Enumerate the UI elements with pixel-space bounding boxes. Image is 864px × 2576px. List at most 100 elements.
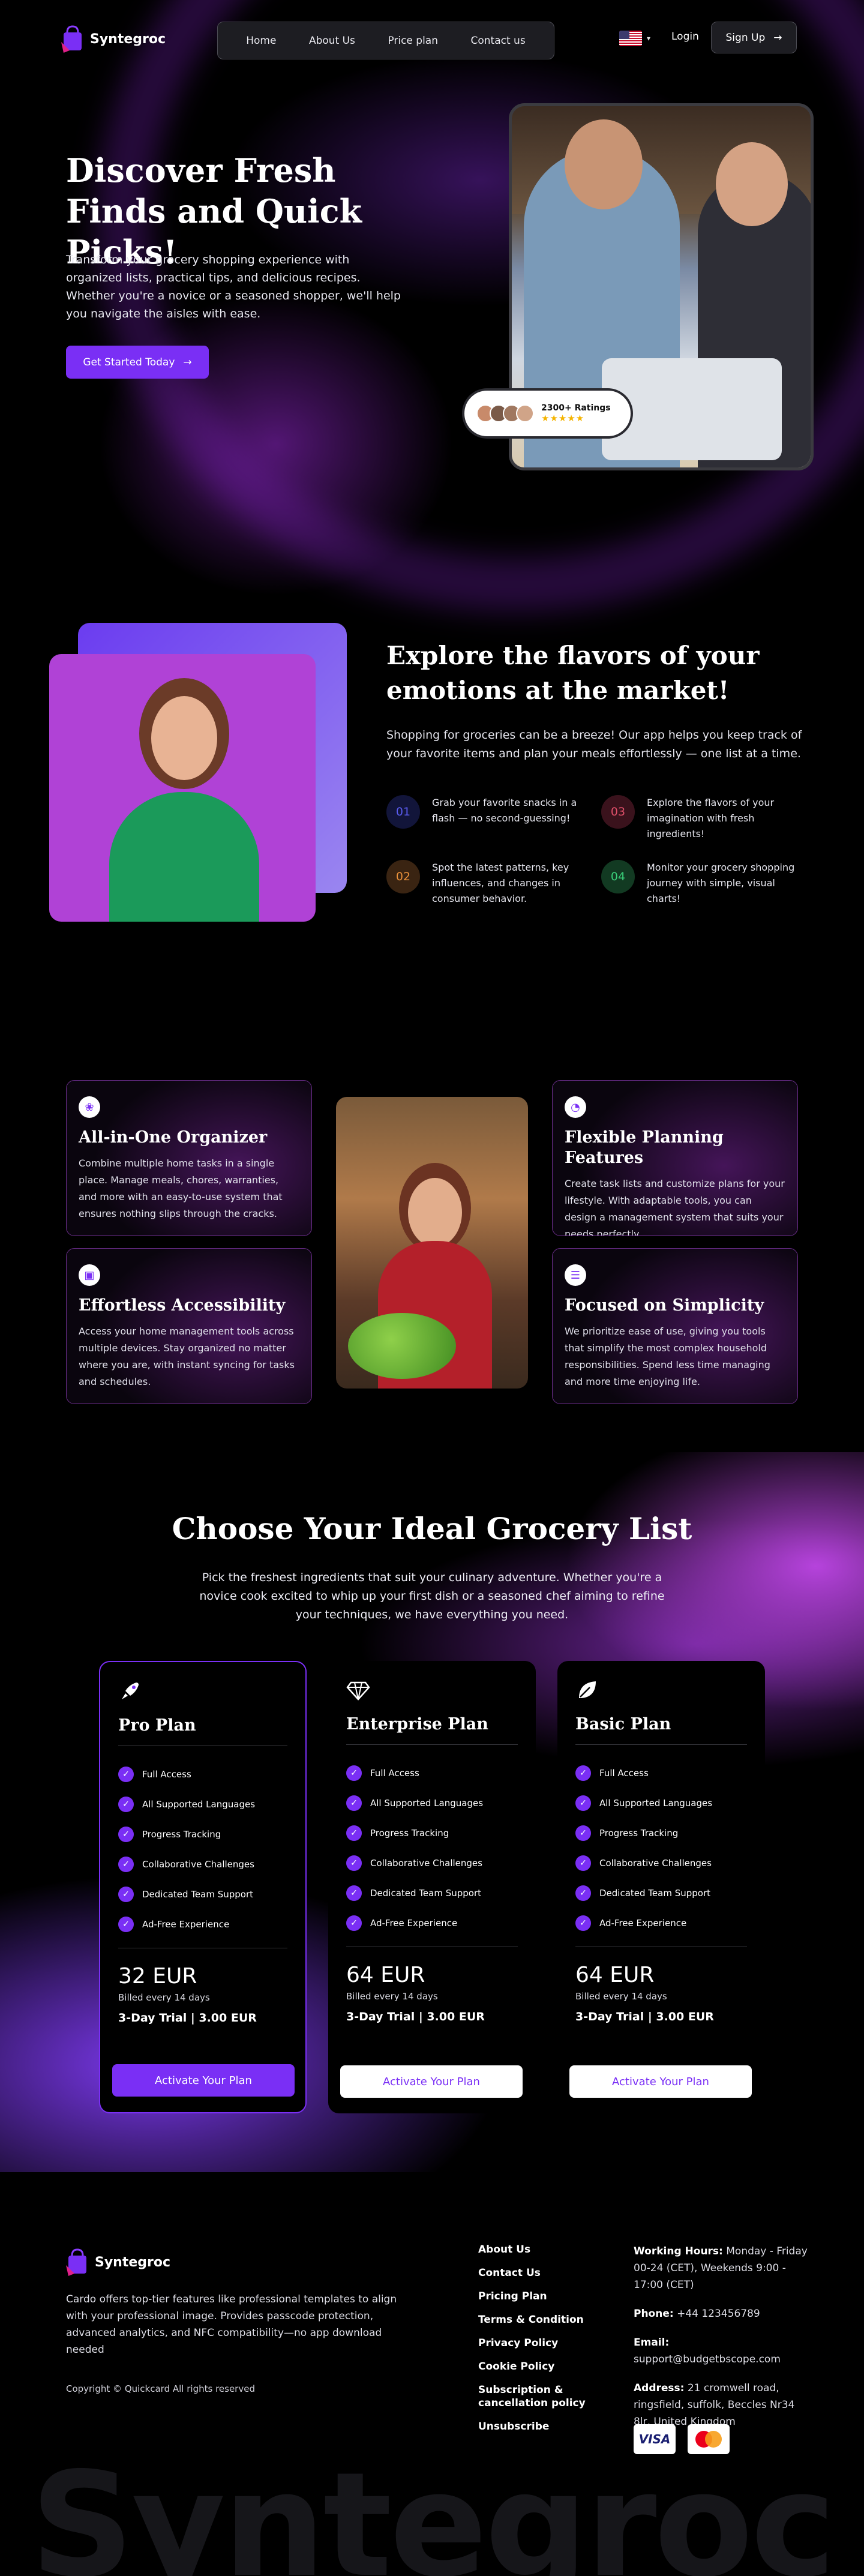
feature-label: Collaborative Challenges (370, 1858, 482, 1869)
footer-logo[interactable]: Syntegroc (66, 2247, 170, 2277)
pricing-title: Choose Your Ideal Grocery List (172, 1511, 692, 1546)
feature-label: Full Access (142, 1769, 191, 1780)
shopping-bag-logo-icon (61, 25, 82, 53)
email: Email: support@budgetbscope.com (634, 2334, 814, 2368)
working-hours: Working Hours: Monday - Friday 00-24 (CE… (634, 2243, 814, 2293)
feature-item: 04 Monitor your grocery shopping journey… (601, 860, 799, 907)
plan-billing-cycle: Billed every 14 days (575, 1991, 667, 2002)
nav-price-plan[interactable]: Price plan (388, 35, 438, 47)
language-selector[interactable]: ▾ (619, 31, 650, 46)
feature-text: Grab your favorite snacks in a flash — n… (432, 797, 577, 824)
feature-label: Full Access (599, 1768, 649, 1779)
device-icon: ▣ (79, 1264, 100, 1286)
plan-name: Enterprise Plan (346, 1715, 518, 1745)
feature-text: Explore the flavors of your imagination … (647, 797, 775, 839)
feature-number: 03 (601, 795, 635, 829)
explore-description: Shopping for groceries can be a breeze! … (386, 728, 802, 760)
footer-description: Cardo offers top-tier features like prof… (66, 2293, 397, 2356)
nav-about-us[interactable]: About Us (309, 35, 355, 47)
photo-man-head (565, 119, 643, 209)
feature-label: Ad-Free Experience (599, 1918, 687, 1929)
plan-card-enterprise: Enterprise Plan ✓ Full Access ✓ All Suppor… (328, 1661, 536, 2113)
feature-label: Collaborative Challenges (142, 1859, 254, 1870)
address-label: Address: (634, 2382, 685, 2394)
card-title: All-in-One Organizer (79, 1128, 268, 1147)
photo-girl-face (151, 696, 217, 780)
hero-description: Transform your grocery shopping experien… (66, 253, 401, 320)
get-started-label: Get Started Today (83, 356, 175, 368)
plan-card-pro: Pro Plan ✓ Full Access ✓ All Supported Lan… (99, 1661, 307, 2113)
feature-card-planning: ◔ Flexible Planning Features Create task… (552, 1080, 798, 1236)
check-icon: ✓ (575, 1915, 591, 1931)
feature-label: Dedicated Team Support (142, 1889, 254, 1900)
footer-link-contact[interactable]: Contact Us (478, 2266, 628, 2280)
list-item: ✓ Dedicated Team Support (575, 1878, 747, 1908)
list-item: ✓ Progress Tracking (575, 1818, 747, 1848)
phone-value[interactable]: +44 123456789 (677, 2308, 760, 2320)
activate-plan-button[interactable]: Activate Your Plan (340, 2065, 523, 2098)
list-item: ✓ Collaborative Challenges (118, 1849, 287, 1879)
list-item: ✓ All Supported Languages (118, 1789, 287, 1819)
login-link[interactable]: Login (671, 31, 699, 43)
photo-woman-head (716, 142, 788, 226)
leaf-icon (575, 1678, 599, 1702)
signup-button[interactable]: Sign Up → (711, 22, 797, 53)
footer-link-about[interactable]: About Us (478, 2243, 628, 2256)
brand-logo[interactable]: Syntegroc (61, 24, 166, 54)
plan-card-basic: Basic Plan ✓ Full Access ✓ All Supported L… (557, 1661, 765, 2113)
plan-name: Pro Plan (118, 1716, 287, 1746)
check-icon: ✓ (118, 1887, 134, 1902)
photo-woman-face (408, 1178, 462, 1247)
list-item: ✓ Dedicated Team Support (118, 1879, 287, 1909)
signup-label: Sign Up (725, 31, 766, 44)
list-item: ✓ Full Access (118, 1759, 287, 1789)
avatar (516, 404, 534, 422)
activate-plan-button[interactable]: Activate Your Plan (112, 2064, 295, 2097)
dial-icon: ◔ (565, 1096, 586, 1118)
footer-link-subscription[interactable]: Subscription & cancellation policy (478, 2383, 628, 2410)
nav-contact-us[interactable]: Contact us (471, 35, 526, 47)
payment-methods: VISA (634, 2424, 730, 2454)
rocket-icon (118, 1679, 142, 1703)
brand-name: Syntegroc (90, 31, 166, 47)
email-label: Email: (634, 2337, 670, 2349)
phone-label: Phone: (634, 2308, 674, 2320)
list-icon: ☰ (565, 1264, 586, 1286)
star-rating-icon: ★★★★★ (541, 413, 585, 424)
footer-link-terms[interactable]: Terms & Condition (478, 2313, 628, 2326)
feature-label: Ad-Free Experience (142, 1919, 230, 1930)
nav-home[interactable]: Home (246, 35, 276, 47)
check-icon: ✓ (346, 1915, 362, 1931)
check-icon: ✓ (575, 1825, 591, 1841)
arrow-right-icon: → (183, 356, 192, 368)
check-icon: ✓ (346, 1855, 362, 1871)
cluster-icon: ❀ (79, 1096, 100, 1118)
feature-label: Dedicated Team Support (599, 1888, 711, 1899)
footer-links: About Us Contact Us Pricing Plan Terms &… (478, 2243, 628, 2443)
footer-link-unsubscribe[interactable]: Unsubscribe (478, 2420, 628, 2433)
chevron-down-icon: ▾ (647, 34, 651, 43)
check-icon: ✓ (118, 1767, 134, 1782)
plan-billing-cycle: Billed every 14 days (346, 1991, 438, 2002)
list-item: ✓ All Supported Languages (346, 1788, 518, 1818)
activate-plan-button[interactable]: Activate Your Plan (569, 2065, 752, 2098)
plan-price: 64 EUR (346, 1963, 425, 1987)
pricing-description: Pick the freshest ingredients that suit … (199, 1571, 665, 1621)
plan-feature-list: ✓ Full Access ✓ All Supported Languages ✓ P… (575, 1758, 747, 1938)
feature-item: 01 Grab your favorite snacks in a flash … (386, 795, 584, 829)
shopping-bag-logo-icon (66, 2248, 86, 2276)
footer-link-cookie[interactable]: Cookie Policy (478, 2360, 628, 2373)
check-icon: ✓ (346, 1795, 362, 1811)
feature-label: Collaborative Challenges (599, 1858, 712, 1869)
card-description: Access your home management tools across… (79, 1326, 295, 1387)
email-value[interactable]: support@budgetbscope.com (634, 2353, 781, 2365)
get-started-button[interactable]: Get Started Today → (66, 346, 209, 379)
check-icon: ✓ (346, 1765, 362, 1781)
ratings-badge: 2300+ Ratings ★★★★★ (462, 388, 633, 439)
feature-label: All Supported Languages (599, 1798, 713, 1809)
footer-link-privacy[interactable]: Privacy Policy (478, 2337, 628, 2350)
plan-feature-list: ✓ Full Access ✓ All Supported Languages ✓ P… (346, 1758, 518, 1938)
card-title: Focused on Simplicity (565, 1296, 764, 1315)
mastercard-circles (695, 2431, 722, 2448)
footer-link-pricing[interactable]: Pricing Plan (478, 2290, 628, 2303)
